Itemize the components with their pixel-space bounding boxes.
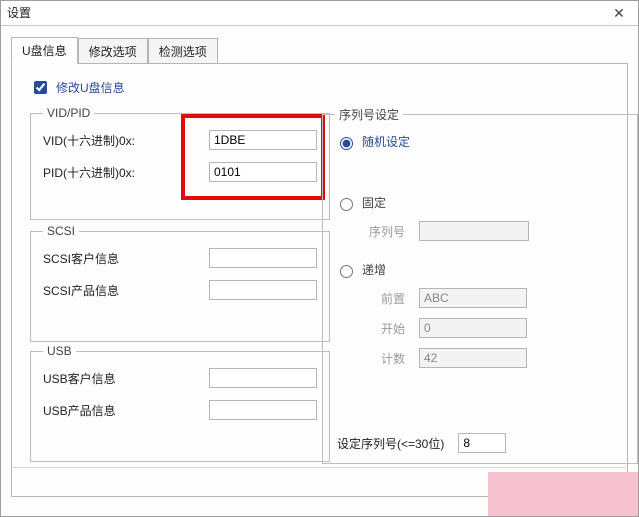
legend-scsi: SCSI [43,224,79,238]
close-button[interactable]: ✕ [600,1,638,25]
legend-serial: 序列号设定 [335,106,403,123]
scsi-customer-label: SCSI客户信息 [43,250,209,267]
legend-vidpid: VID/PID [43,106,94,120]
scsi-product-input[interactable] [209,280,317,300]
radio-increment-input[interactable] [340,265,353,278]
inc-prefix-label: 前置 [335,290,405,307]
inc-count-label: 计数 [335,350,405,367]
modify-udisk-checkbox[interactable]: 修改U盘信息 [30,78,125,97]
serial-length-label: 设定序列号(<=30位) [337,435,444,452]
fieldset-scsi: SCSI SCSI客户信息 SCSI产品信息 [30,224,330,342]
radio-random-label: 随机设定 [362,133,410,150]
serial-fixed-label: 序列号 [335,223,405,240]
serial-length-input[interactable] [458,433,506,453]
inc-prefix-input [419,288,527,308]
radio-random-input[interactable] [340,137,353,150]
tab-detect-options[interactable]: 检测选项 [148,38,218,64]
tab-modify-options[interactable]: 修改选项 [78,38,148,64]
close-icon: ✕ [613,5,625,22]
tab-label: 检测选项 [159,45,207,59]
radio-increment[interactable]: 递增 [335,261,625,278]
modify-udisk-label: 修改U盘信息 [56,79,125,96]
inc-start-input [419,318,527,338]
radio-fixed-input[interactable] [340,198,353,211]
legend-usb: USB [43,344,76,358]
radio-increment-label: 递增 [362,261,386,278]
tab-udisk-info[interactable]: U盘信息 [11,37,78,64]
usb-product-label: USB产品信息 [43,402,209,419]
inc-count-input [419,348,527,368]
serial-fixed-input [419,221,529,241]
radio-fixed[interactable]: 固定 [335,194,625,211]
fieldset-vidpid: VID/PID VID(十六进制)0x: PID(十六进制)0x: [30,106,330,220]
usb-customer-label: USB客户信息 [43,370,209,387]
highlight-box [181,114,325,200]
radio-random[interactable]: 随机设定 [335,133,625,150]
tab-label: U盘信息 [22,44,67,58]
fieldset-serial: 序列号设定 随机设定 固定 序列号 递增 前置 [322,106,638,464]
modify-udisk-check-input[interactable] [34,81,47,94]
footer-divider [13,467,626,468]
settings-window: 设置 ✕ U盘信息 修改选项 检测选项 修改U盘信息 VID/PID VID(十… [0,0,639,517]
inc-start-label: 开始 [335,320,405,337]
scsi-product-label: SCSI产品信息 [43,282,209,299]
tab-label: 修改选项 [89,45,137,59]
tab-bar: U盘信息 修改选项 检测选项 [1,26,638,63]
window-title: 设置 [7,1,600,25]
titlebar: 设置 ✕ [1,1,638,26]
footer-block [488,472,638,516]
serial-length-row: 设定序列号(<=30位) [337,433,506,453]
panel-udisk-info: 修改U盘信息 VID/PID VID(十六进制)0x: PID(十六进制)0x:… [11,63,628,497]
scsi-customer-input[interactable] [209,248,317,268]
fieldset-usb: USB USB客户信息 USB产品信息 [30,344,330,462]
usb-customer-input[interactable] [209,368,317,388]
radio-fixed-label: 固定 [362,194,386,211]
usb-product-input[interactable] [209,400,317,420]
